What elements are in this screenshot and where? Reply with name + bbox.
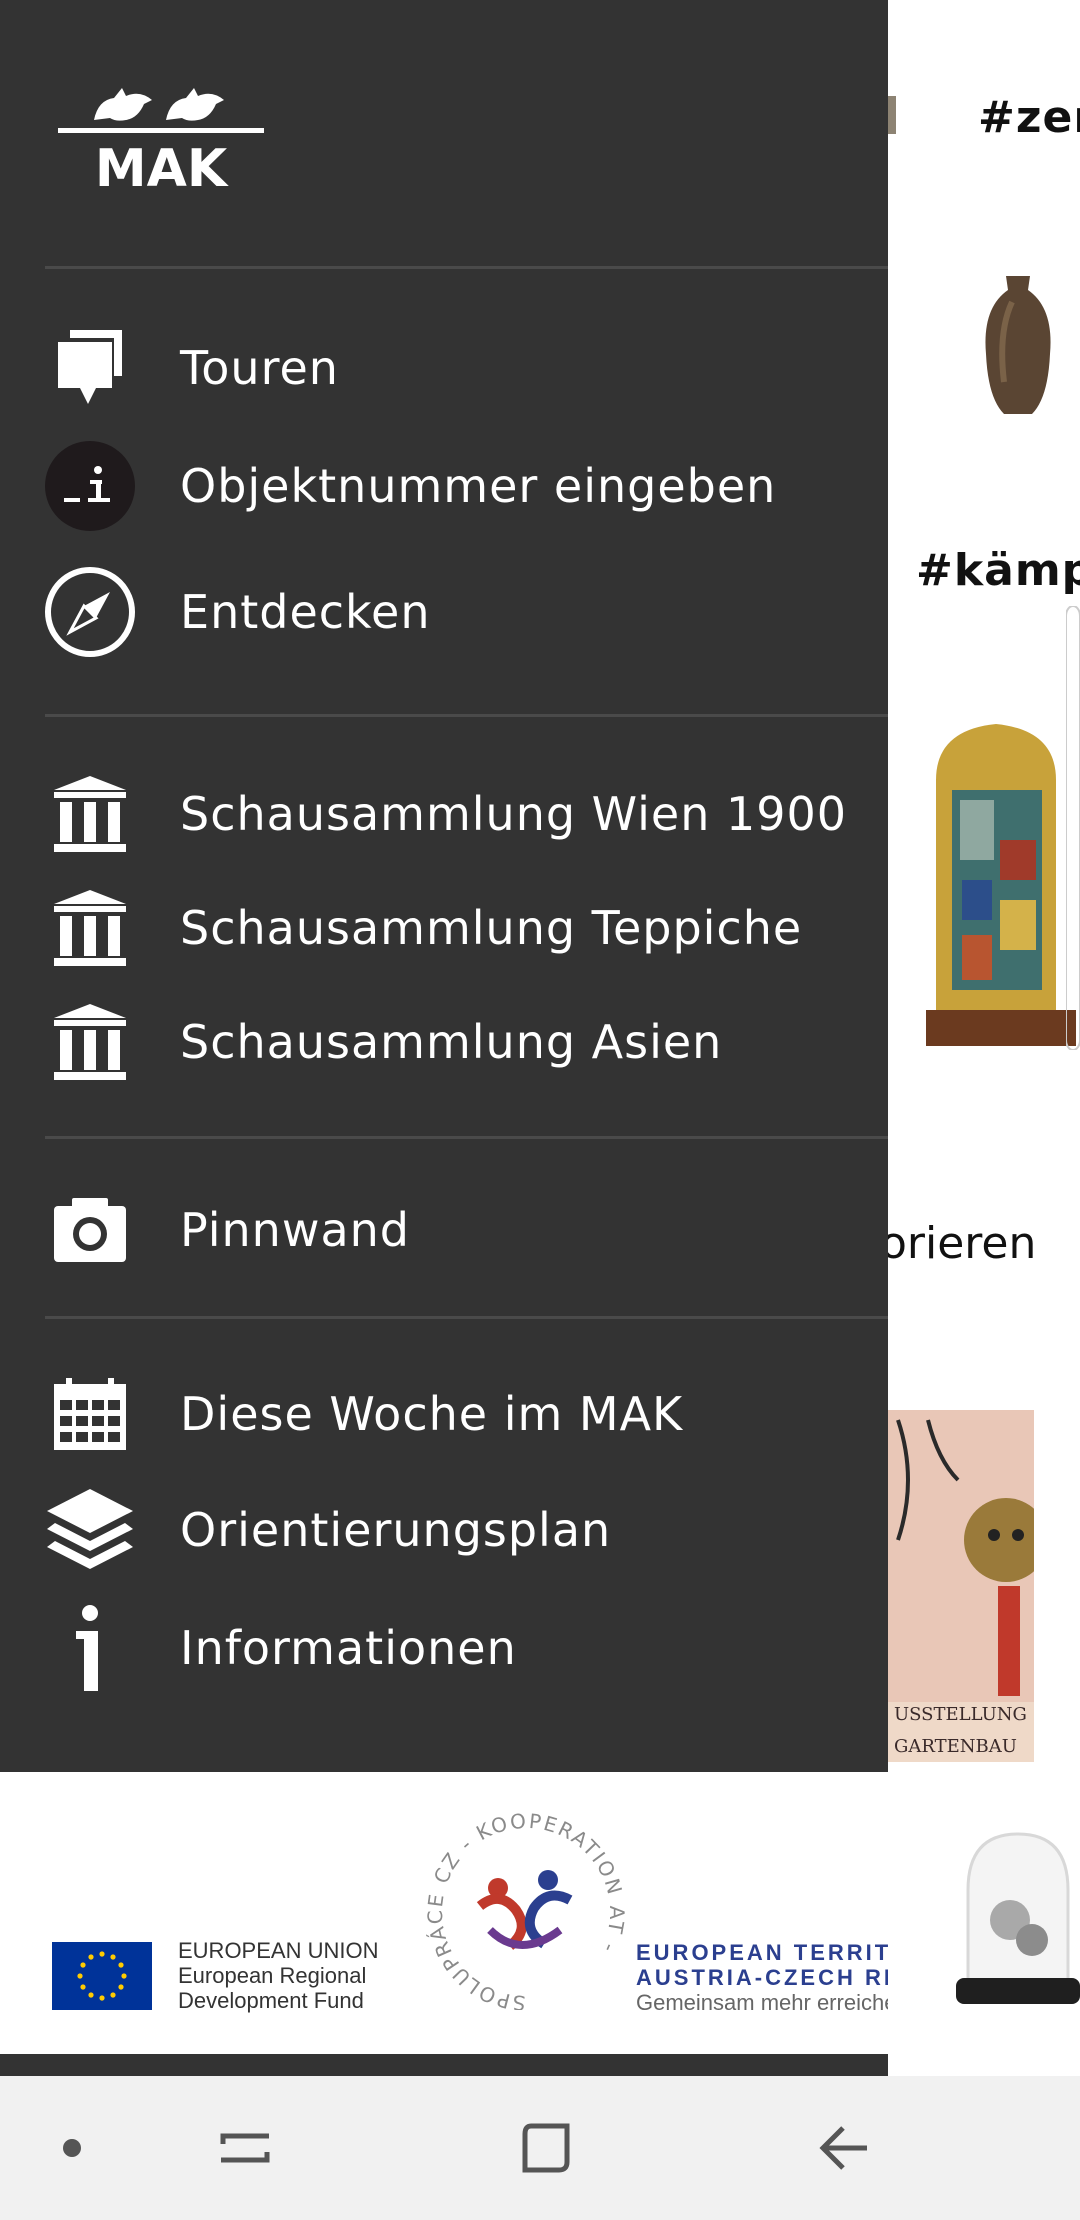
navigation-drawer: MAK Touren Objektnummer eingeben Entdeck…	[0, 0, 888, 2076]
menu-item-label: Objektnummer eingeben	[180, 459, 777, 513]
eu-line-1: EUROPEAN UNION	[178, 1938, 379, 1963]
svg-text:USSTELLUNG: USSTELLUNG	[894, 1704, 1027, 1725]
museum-icon	[0, 872, 180, 984]
hashtag-label[interactable]: #zers	[978, 92, 1080, 143]
layers-icon	[0, 1474, 180, 1586]
menu-item-label: Schausammlung Asien	[180, 1015, 723, 1069]
mak-logo[interactable]: MAK	[58, 62, 264, 199]
menu-item-objektnummer[interactable]: Objektnummer eingeben	[0, 430, 888, 542]
compass-icon	[0, 556, 180, 668]
divider	[45, 266, 888, 269]
back-icon[interactable]	[790, 2076, 900, 2220]
et-line-1: EUROPEAN TERRITO	[636, 1940, 888, 1965]
menu-item-teppiche[interactable]: Schausammlung Teppiche	[0, 872, 888, 984]
cooperation-logo-icon: SPOLUPRÁCE CZ - KOOPERATION AT -	[423, 1810, 629, 2010]
museum-icon	[0, 986, 180, 1098]
menu-item-wien-1900[interactable]: Schausammlung Wien 1900	[0, 758, 888, 870]
recents-icon[interactable]	[190, 2076, 300, 2220]
section-title: orieren	[880, 1218, 1037, 1269]
home-icon[interactable]	[490, 2076, 600, 2220]
info-number-icon	[0, 430, 180, 542]
svg-text:GARTENBAU: GARTENBAU	[894, 1736, 1017, 1757]
hashtag-label[interactable]: #kämpf	[916, 545, 1080, 596]
eu-line-3: Development Fund	[178, 1988, 364, 2013]
eu-flag-icon	[52, 1942, 152, 2010]
funding-footer: EUROPEAN UNION European Regional Develop…	[0, 1772, 888, 2054]
poster-thumbnail[interactable]: USSTELLUNG GARTENBAU	[888, 1410, 1034, 1762]
camera-icon	[0, 1174, 180, 1286]
menu-item-informationen[interactable]: Informationen	[0, 1592, 888, 1704]
tours-icon	[0, 312, 180, 424]
svg-text:SPOLUPRÁCE CZ - KOOPERATION AT: SPOLUPRÁCE CZ - KOOPERATION AT -	[423, 1810, 629, 2010]
divider	[45, 1316, 888, 1319]
menu-item-label: Entdecken	[180, 585, 431, 639]
divider	[45, 1136, 888, 1139]
divider	[45, 714, 888, 717]
menu-item-label: Pinnwand	[180, 1203, 410, 1257]
menu-item-orientierungsplan[interactable]: Orientierungsplan	[0, 1474, 888, 1586]
menu-item-label: Orientierungsplan	[180, 1503, 612, 1557]
logo-text: MAK	[95, 139, 229, 192]
menu-item-entdecken[interactable]: Entdecken	[0, 556, 888, 668]
dot-icon[interactable]	[40, 2076, 104, 2220]
menu-item-asien[interactable]: Schausammlung Asien	[0, 986, 888, 1098]
menu-item-label: Schausammlung Wien 1900	[180, 787, 848, 841]
cabinet-thumbnail[interactable]	[916, 720, 1080, 1050]
et-line-3: Gemeinsam mehr erreichen	[636, 1990, 888, 2015]
drawer-bottom-strip	[0, 2054, 888, 2076]
logo-griffins-icon: MAK	[58, 88, 264, 199]
menu-item-diese-woche[interactable]: Diese Woche im MAK	[0, 1358, 888, 1470]
menu-item-label: Informationen	[180, 1621, 517, 1675]
system-navigation-bar	[0, 2076, 1080, 2220]
museum-icon	[0, 758, 180, 870]
menu-item-label: Touren	[180, 341, 339, 395]
eu-line-2: European Regional	[178, 1963, 367, 1988]
menu-item-label: Diese Woche im MAK	[180, 1387, 684, 1441]
dome-thumbnail[interactable]	[950, 1830, 1080, 2006]
info-icon	[0, 1592, 180, 1704]
calendar-icon	[0, 1358, 180, 1470]
menu-item-label: Schausammlung Teppiche	[180, 901, 803, 955]
menu-item-pinnwand[interactable]: Pinnwand	[0, 1174, 888, 1286]
menu-item-touren[interactable]: Touren	[0, 312, 888, 424]
vase-thumbnail[interactable]	[978, 272, 1058, 422]
et-line-2: AUSTRIA-CZECH RE	[636, 1965, 888, 1990]
